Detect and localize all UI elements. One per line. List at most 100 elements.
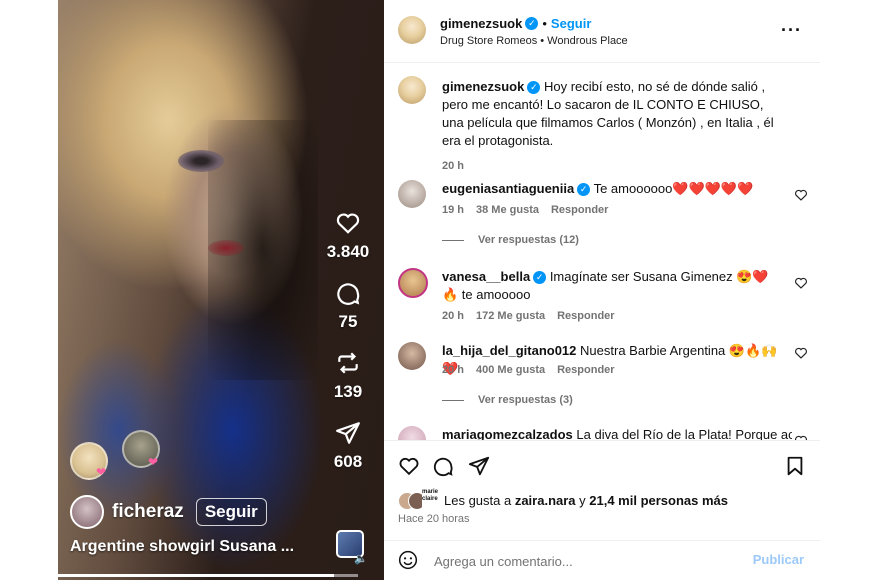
comment-time: 20 h: [442, 364, 465, 376]
comment-time: 19 h: [442, 204, 465, 216]
comment-text: La diva del Río de la Plata! Porque acá: [576, 427, 792, 440]
caption-time: 20 h: [442, 160, 465, 172]
share-icon: [336, 422, 360, 444]
more-options-icon[interactable]: ···: [781, 20, 802, 41]
video-progress-bar[interactable]: [58, 574, 358, 577]
post-actions: marie claire Les gusta a zaira.nara y 21…: [384, 440, 820, 541]
view-replies-label: Ver respuestas (3): [478, 394, 573, 406]
caption-username[interactable]: gimenezsuok: [442, 79, 524, 94]
reel-comment-count: 75: [338, 312, 358, 331]
reel-repost-button[interactable]: 139: [334, 350, 362, 402]
author-avatar[interactable]: [398, 76, 426, 104]
view-replies-button[interactable]: Ver respuestas (3): [442, 394, 573, 406]
emoji-icon[interactable]: [398, 550, 418, 570]
comment-like-heart-icon[interactable]: [794, 188, 808, 202]
comment-body: vanesa__bella ✓ Imagínate ser Susana Gime…: [442, 268, 782, 304]
comment-meta: 20 h 400 Me gusta Responder: [442, 364, 627, 376]
reel-caption[interactable]: Argentine showgirl Susana ...: [70, 538, 294, 556]
comment-like-heart-icon[interactable]: [794, 346, 808, 360]
reply-button[interactable]: Responder: [557, 364, 614, 376]
comment-body: eugeniasantiagueniia ✓ Te amoooooo❤️❤️❤️❤…: [442, 180, 782, 198]
comments-list: gimenezsuok ✓ Hoy recibí esto, no sé de d…: [384, 62, 820, 440]
heart-icon: ❤: [148, 455, 159, 469]
likes-middle: y: [575, 492, 590, 508]
reply-button[interactable]: Responder: [557, 310, 614, 322]
post-time: Hace 20 horas: [398, 513, 470, 525]
comment-icon[interactable]: [432, 455, 454, 477]
comment-username[interactable]: mariagomezcalzados: [442, 427, 573, 440]
video-lips: [208, 240, 244, 256]
comment-item: mariagomezcalzados La diva del Río de la…: [398, 424, 808, 440]
sound-icon[interactable]: 🔈: [354, 552, 368, 565]
comment-icon: [337, 283, 360, 305]
bookmark-icon[interactable]: [784, 455, 806, 477]
comment-body: mariagomezcalzados La diva del Río de la…: [442, 426, 792, 440]
heart-icon: [336, 213, 360, 234]
reel-repost-count: 139: [333, 382, 363, 401]
like-heart-icon[interactable]: [398, 455, 420, 477]
verified-badge-icon: ✓: [527, 81, 541, 95]
likers-avatar-stack[interactable]: marie claire: [398, 489, 444, 510]
view-replies-button[interactable]: Ver respuestas (12): [442, 234, 579, 246]
creator-follow-button[interactable]: Seguir: [195, 498, 267, 526]
comment-username[interactable]: la_hija_del_gitano012: [442, 343, 576, 358]
comment-meta: 20 h 172 Me gusta Responder: [442, 310, 627, 322]
likes-user[interactable]: zaira.nara: [515, 493, 576, 508]
reel-like-count: 3.840: [326, 242, 370, 261]
creator-avatar[interactable]: [70, 495, 104, 529]
heart-icon: ❤: [96, 465, 107, 479]
post-caption: gimenezsuok ✓ Hoy recibí esto, no sé de d…: [398, 76, 808, 172]
comment-time: 20 h: [442, 310, 465, 322]
audio-attribution[interactable]: Drug Store Romeos • Wondrous Place: [440, 35, 628, 47]
comment-likes[interactable]: 400 Me gusta: [476, 364, 545, 376]
view-replies-label: Ver respuestas (12): [478, 234, 579, 246]
reel-share-count: 608: [333, 452, 363, 471]
reel-share-button[interactable]: 608: [334, 420, 362, 472]
comment-likes[interactable]: 38 Me gusta: [476, 204, 539, 216]
video-eye: [178, 150, 224, 172]
commenter-avatar[interactable]: [398, 426, 426, 440]
comment-meta: 19 h 38 Me gusta Responder: [442, 204, 620, 216]
author-avatar[interactable]: [398, 16, 426, 44]
author-line: gimenezsuok ✓ • Seguir: [440, 15, 591, 33]
reel-video[interactable]: 3.840 75 139 608 ❤ ❤ ficheraz Seguir Arg…: [58, 0, 384, 580]
add-comment-bar: Publicar: [384, 540, 820, 581]
follow-button[interactable]: Seguir: [551, 16, 591, 31]
marie-claire-logo: marie claire: [422, 489, 442, 509]
comment-text: Te amoooooo❤️❤️❤️❤️❤️: [593, 181, 754, 196]
separator-dot: •: [542, 16, 547, 31]
comment-like-heart-icon[interactable]: [794, 276, 808, 290]
publish-button[interactable]: Publicar: [753, 552, 804, 567]
comment-username[interactable]: eugeniasantiagueniia: [442, 181, 574, 196]
comment-item: la_hija_del_gitano012 Nuestra Barbie Arg…: [398, 340, 808, 400]
likes-count[interactable]: 21,4 mil personas más: [589, 493, 728, 508]
reel-action-rail: 3.840 75 139 608: [316, 210, 380, 490]
replies-line: [442, 239, 464, 241]
reel-comment-button[interactable]: 75: [335, 280, 361, 332]
comment-item: vanesa__bella ✓ Imagínate ser Susana Gime…: [398, 266, 808, 336]
reel-creator: ficheraz Seguir: [70, 495, 267, 529]
share-icon[interactable]: [468, 455, 490, 477]
comment-username[interactable]: vanesa__bella: [442, 269, 530, 284]
commenter-avatar[interactable]: [398, 180, 426, 208]
commenter-avatar[interactable]: [398, 268, 428, 298]
liked-by-avatars: ❤ ❤: [70, 430, 180, 480]
post-header: gimenezsuok ✓ • Seguir Drug Store Romeos • …: [384, 0, 820, 63]
verified-badge-icon: ✓: [525, 17, 539, 31]
post-panel: gimenezsuok ✓ • Seguir Drug Store Romeos • …: [384, 0, 820, 580]
verified-badge-icon: ✓: [577, 183, 591, 197]
creator-username[interactable]: ficheraz: [112, 501, 184, 523]
comment-likes[interactable]: 172 Me gusta: [476, 310, 545, 322]
likes-prefix: Les gusta a: [444, 492, 515, 508]
likes-summary: marie claire Les gusta a zaira.nara y 21…: [398, 489, 728, 510]
reel-like-button[interactable]: 3.840: [326, 210, 370, 262]
author-username[interactable]: gimenezsuok: [440, 16, 522, 31]
comment-input[interactable]: [432, 551, 736, 571]
repost-icon: [338, 352, 358, 374]
video-progress-fill: [58, 574, 334, 577]
reply-button[interactable]: Responder: [551, 204, 608, 216]
verified-badge-icon: ✓: [533, 271, 547, 285]
replies-line: [442, 399, 464, 401]
caption-body: gimenezsuok ✓ Hoy recibí esto, no sé de d…: [442, 78, 782, 150]
commenter-avatar[interactable]: [398, 342, 426, 370]
